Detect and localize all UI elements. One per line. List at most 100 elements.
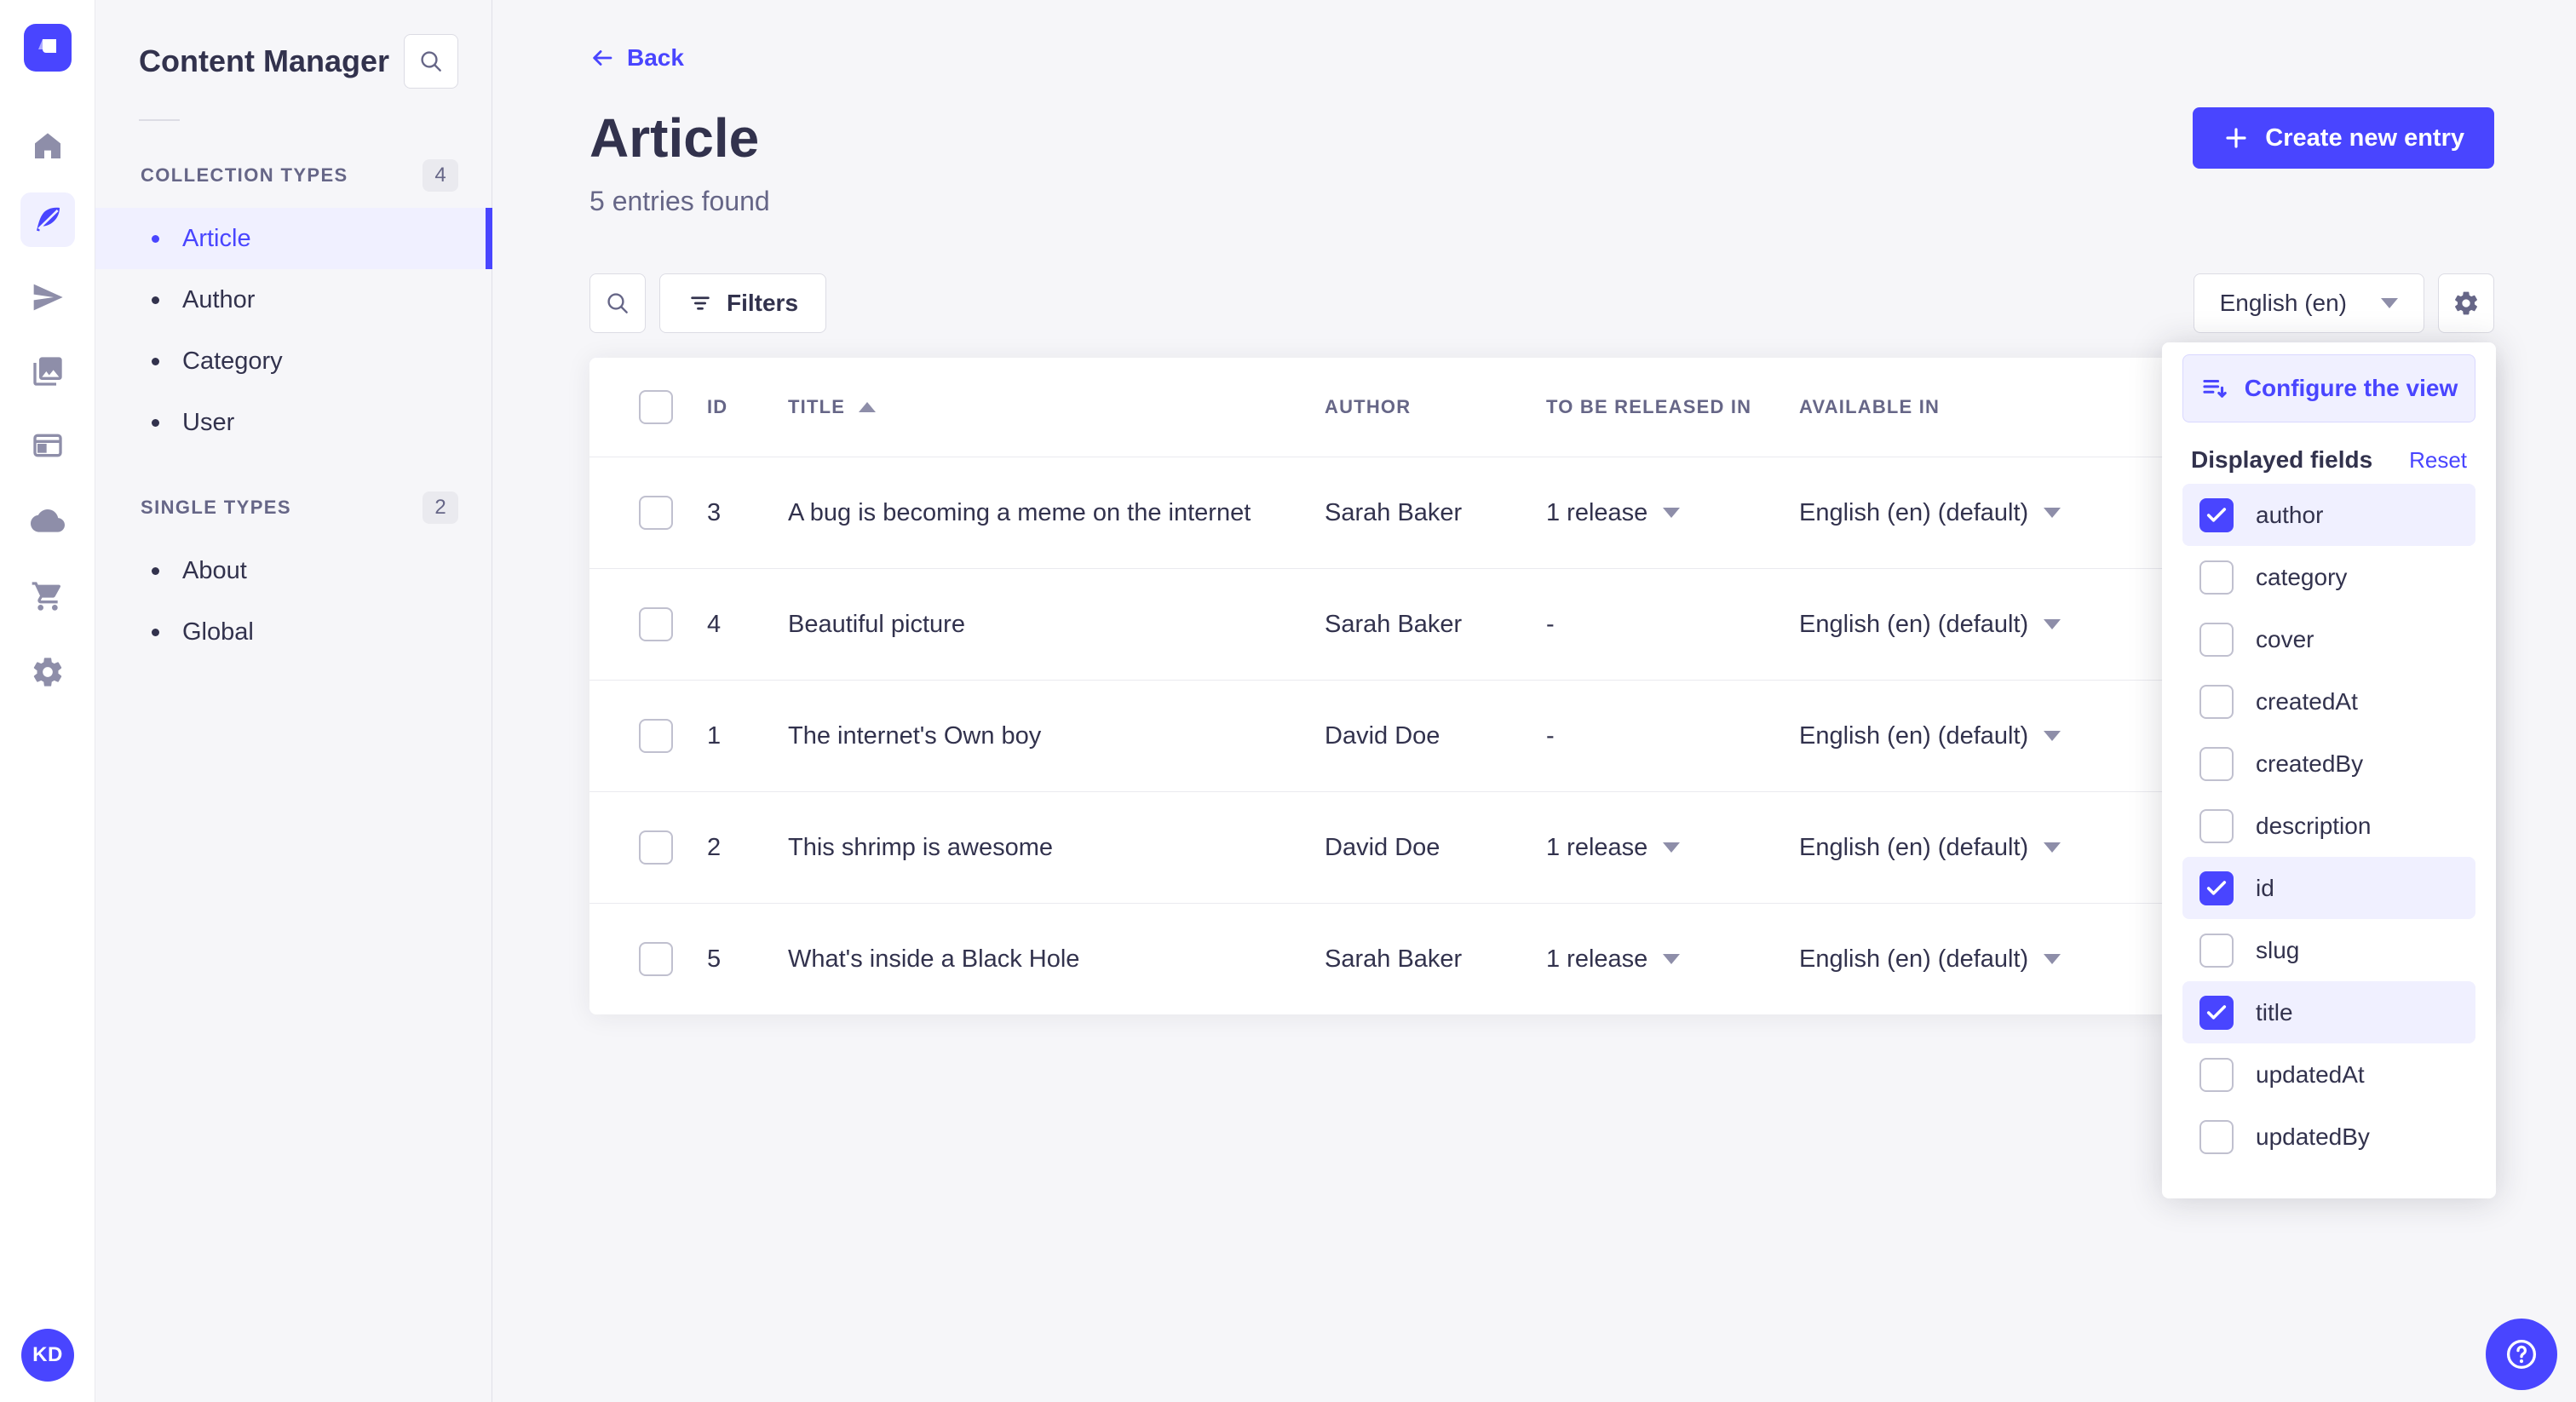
chevron-down-icon (2381, 298, 2398, 308)
cart-icon[interactable] (20, 569, 75, 623)
create-entry-button[interactable]: Create new entry (2193, 107, 2494, 169)
field-label: updatedAt (2256, 1060, 2365, 1088)
sidebar-item-global[interactable]: Global (95, 601, 492, 663)
field-toggle-cover[interactable]: cover (2182, 608, 2475, 670)
field-label: category (2256, 563, 2348, 590)
row-checkbox[interactable] (639, 942, 673, 976)
field-label: createdBy (2256, 750, 2364, 777)
home-icon[interactable] (20, 118, 75, 173)
media-library-icon[interactable] (20, 344, 75, 399)
select-all-checkbox[interactable] (639, 390, 673, 424)
cell-author: David Doe (1325, 721, 1440, 750)
sidebar-item-category[interactable]: Category (95, 330, 492, 392)
field-label: author (2256, 501, 2324, 528)
reset-link[interactable]: Reset (2409, 447, 2467, 474)
field-toggle-createdBy[interactable]: createdBy (2182, 733, 2475, 795)
table-search-button[interactable] (589, 273, 646, 333)
field-label: title (2256, 998, 2293, 1026)
sort-asc-icon (859, 402, 877, 412)
cell-author: David Doe (1325, 833, 1440, 861)
field-checkbox[interactable] (2199, 871, 2234, 905)
row-checkbox[interactable] (639, 719, 673, 753)
view-settings-button[interactable] (2438, 273, 2494, 333)
sidebar-search-button[interactable] (404, 34, 458, 89)
row-checkbox[interactable] (639, 830, 673, 865)
check-icon (2206, 880, 2227, 895)
field-toggle-id[interactable]: id (2182, 857, 2475, 919)
sidebar-item-label: Category (182, 347, 283, 375)
entries-count: 5 entries found (589, 186, 770, 216)
column-header-title[interactable]: TITLE (788, 396, 1325, 418)
filter-icon (691, 296, 710, 310)
sidebar: Content Manager COLLECTION TYPES 4 Artic… (95, 0, 492, 1402)
cloud-icon[interactable] (20, 495, 75, 549)
strapi-logo[interactable] (24, 24, 72, 72)
field-toggle-slug[interactable]: slug (2182, 919, 2475, 981)
row-checkbox[interactable] (639, 607, 673, 641)
field-toggle-category[interactable]: category (2182, 546, 2475, 608)
field-toggle-createdAt[interactable]: createdAt (2182, 670, 2475, 733)
check-icon (2206, 1004, 2227, 1020)
sidebar-item-about[interactable]: About (95, 540, 492, 601)
user-avatar[interactable]: KD (21, 1329, 74, 1382)
column-header-author: AUTHOR (1325, 396, 1412, 417)
field-checkbox[interactable] (2199, 1057, 2234, 1092)
sidebar-item-label: User (182, 408, 235, 436)
field-checkbox[interactable] (2199, 808, 2234, 843)
cell-title: What's inside a Black Hole (788, 945, 1080, 973)
configure-view-button[interactable]: Configure the view (2182, 354, 2475, 422)
field-toggle-title[interactable]: title (2182, 981, 2475, 1043)
field-label: updatedBy (2256, 1123, 2370, 1150)
field-toggle-updatedAt[interactable]: updatedAt (2182, 1043, 2475, 1106)
cell-release[interactable]: 1 release (1546, 499, 1799, 527)
question-icon (2506, 1339, 2537, 1370)
field-checkbox[interactable] (2199, 622, 2234, 657)
chevron-down-icon (1663, 508, 1681, 518)
field-toggle-author[interactable]: author (2182, 484, 2475, 546)
content-manager-feather-icon[interactable] (20, 192, 75, 247)
sidebar-item-article[interactable]: Article (95, 208, 492, 269)
help-button[interactable] (2486, 1319, 2557, 1390)
bullet-icon (152, 566, 159, 575)
cell-release[interactable]: 1 release (1546, 834, 1799, 862)
nav-rail: KD (0, 0, 95, 1402)
chevron-down-icon (2044, 731, 2061, 741)
locale-value: English (en) (2219, 290, 2347, 316)
field-checkbox[interactable] (2199, 560, 2234, 595)
configure-view-label: Configure the view (2244, 375, 2458, 401)
plus-icon (2226, 128, 2246, 148)
layout-icon[interactable] (20, 418, 75, 473)
configure-list-icon (2203, 379, 2227, 398)
cell-author: Sarah Baker (1325, 498, 1463, 526)
field-checkbox[interactable] (2199, 497, 2234, 532)
row-checkbox[interactable] (639, 496, 673, 530)
field-checkbox[interactable] (2199, 746, 2234, 781)
sidebar-item-label: Author (182, 285, 256, 313)
field-checkbox[interactable] (2199, 1119, 2234, 1154)
cell-release[interactable]: - (1546, 611, 1799, 639)
filters-button[interactable]: Filters (659, 273, 827, 333)
sidebar-item-author[interactable]: Author (95, 269, 492, 330)
sidebar-item-label: Global (182, 618, 254, 646)
gear-icon (2455, 291, 2477, 315)
bullet-icon (152, 234, 159, 243)
section-count-badge: 4 (423, 159, 458, 192)
sidebar-divider (139, 119, 180, 121)
field-toggle-description[interactable]: description (2182, 795, 2475, 857)
locale-select[interactable]: English (en) (2193, 273, 2424, 333)
cell-author: Sarah Baker (1325, 945, 1463, 973)
cell-release[interactable]: 1 release (1546, 945, 1799, 974)
settings-gear-icon[interactable] (20, 645, 75, 699)
sidebar-item-label: Article (182, 224, 251, 252)
chevron-down-icon (1663, 954, 1681, 964)
cell-release[interactable]: - (1546, 722, 1799, 750)
field-checkbox[interactable] (2199, 995, 2234, 1030)
back-link[interactable]: Back (589, 44, 684, 72)
send-icon[interactable] (20, 270, 75, 325)
field-checkbox[interactable] (2199, 684, 2234, 719)
field-checkbox[interactable] (2199, 933, 2234, 968)
sidebar-section: SINGLE TYPES 2 About Global (95, 489, 492, 663)
field-toggle-updatedBy[interactable]: updatedBy (2182, 1106, 2475, 1168)
chevron-down-icon (2044, 508, 2061, 518)
sidebar-item-user[interactable]: User (95, 392, 492, 453)
